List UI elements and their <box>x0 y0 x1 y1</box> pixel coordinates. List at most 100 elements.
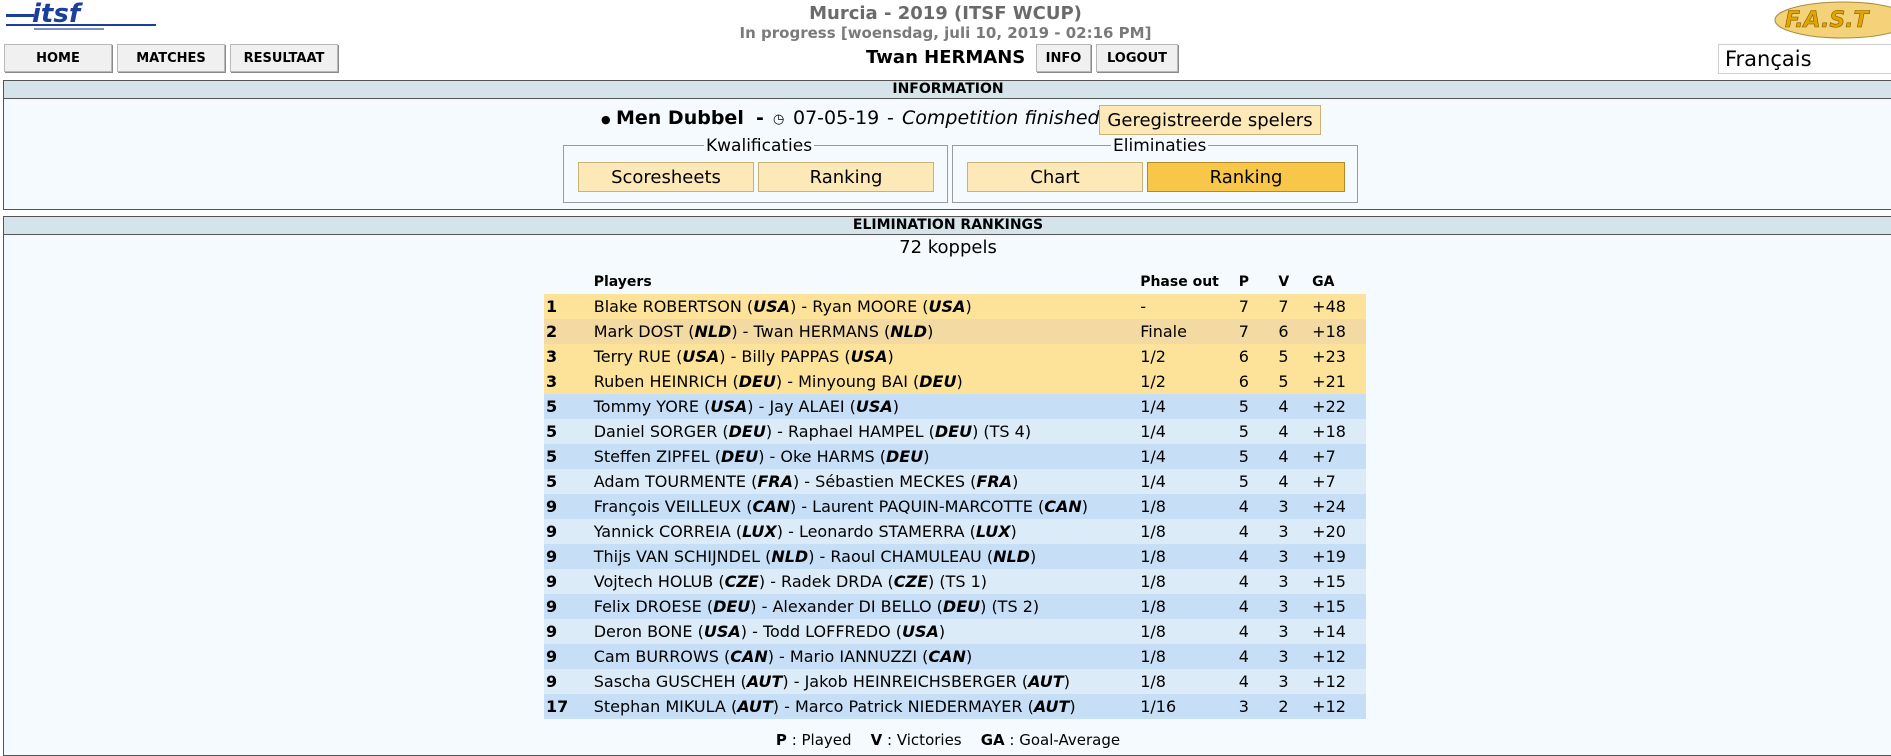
goal-average: +21 <box>1312 372 1346 391</box>
elimination-ranking-button[interactable]: Ranking <box>1147 162 1345 192</box>
played-count: 5 <box>1238 397 1249 416</box>
team-players: Sascha GUSCHEH (AUT) - Jakob HEINREICHSB… <box>593 672 1070 691</box>
phase-out: 1/8 <box>1140 497 1166 516</box>
victories-count: 3 <box>1278 572 1289 591</box>
player-2-name: Minyoung BAI <box>798 372 908 391</box>
victories-count: 6 <box>1278 322 1289 341</box>
table-row: 17 Stephan MIKULA (AUT) - Marco Patrick N… <box>544 694 1366 719</box>
goal-average: +15 <box>1312 572 1346 591</box>
rank-position: 5 <box>546 397 558 416</box>
team-players: François VEILLEUX (CAN) - Laurent PAQUIN… <box>593 497 1088 516</box>
player-1-name: Ruben HEINRICH <box>593 372 728 391</box>
phase-out: 1/8 <box>1140 647 1166 666</box>
elimination-rankings-title: ELIMINATION RANKINGS <box>4 217 1891 235</box>
player-2-name: Marco Patrick NIEDERMAYER <box>794 697 1023 716</box>
phase-out: 1/8 <box>1140 522 1166 541</box>
victories-count: 3 <box>1278 622 1289 641</box>
fast-logo: F.A.S.T <box>1774 1 1891 39</box>
matches-button[interactable]: MATCHES <box>117 44 225 72</box>
victories-count: 3 <box>1278 597 1289 616</box>
elimination-chart-button[interactable]: Chart <box>967 162 1143 192</box>
team-players: Yannick CORREIA (LUX) - Leonardo STAMERR… <box>593 522 1017 541</box>
player-2-name: Billy PAPPAS <box>741 347 840 366</box>
logout-button[interactable]: LOGOUT <box>1096 44 1178 72</box>
rank-position: 9 <box>546 597 558 616</box>
player-2-country: DEU <box>942 597 981 616</box>
table-legend: P : Played V : Victories GA : Goal-Avera… <box>4 731 1891 749</box>
language-select[interactable]: Français <box>1718 44 1891 74</box>
rank-position: 9 <box>546 647 558 666</box>
table-row: 9 Deron BONE (USA) - Todd LOFFREDO (USA) 1… <box>544 619 1366 644</box>
table-row: 9 François VEILLEUX (CAN) - Laurent PAQUI… <box>544 494 1366 519</box>
team-players: Steffen ZIPFEL (DEU) - Oke HARMS (DEU) <box>593 447 930 466</box>
player-1-country: NLD <box>771 547 809 566</box>
legend-ga-label: : Goal-Average <box>1009 731 1121 749</box>
rank-position: 5 <box>546 447 558 466</box>
goal-average: +22 <box>1312 397 1346 416</box>
clock-icon: ◷ <box>773 112 785 127</box>
player-1-country: FRA <box>757 472 793 491</box>
phase-out: 1/8 <box>1140 597 1166 616</box>
phase-out: - <box>1140 297 1146 316</box>
player-2-name: Jay ALAEI <box>769 397 845 416</box>
player-1-country: AUT <box>737 697 773 716</box>
rank-position: 9 <box>546 547 558 566</box>
phase-header: Phase out <box>1140 273 1219 290</box>
player-1-country: DEU <box>713 597 751 616</box>
results-button[interactable]: RESULTAAT <box>230 44 338 72</box>
player-1-country: USA <box>703 622 741 641</box>
player-1-country: DEU <box>738 372 776 391</box>
goal-average: +7 <box>1312 472 1336 491</box>
table-row: 5 Daniel SORGER (DEU) - Raphael HAMPEL (D… <box>544 419 1366 444</box>
victories-count: 7 <box>1278 297 1289 316</box>
player-2-country: NLD <box>993 547 1030 566</box>
goal-average: +19 <box>1312 547 1346 566</box>
team-seed: (TS 4) <box>983 422 1032 441</box>
victories-count: 3 <box>1278 547 1289 566</box>
table-row: 1 Blake ROBERTSON (USA) - Ryan MOORE (USA… <box>544 294 1366 319</box>
event-status: Competition finished <box>902 107 1100 129</box>
player-1-country: USA <box>682 347 720 366</box>
qualification-ranking-button[interactable]: Ranking <box>758 162 934 192</box>
registered-players-button[interactable]: Geregistreerde spelers <box>1099 105 1321 135</box>
table-row: 9 Cam BURROWS (CAN) - Mario IANNUZZI (CAN… <box>544 644 1366 669</box>
table-row: 3 Ruben HEINRICH (DEU) - Minyoung BAI (DE… <box>544 369 1366 394</box>
player-2-country: DEU <box>885 447 924 466</box>
victories-count: 4 <box>1278 422 1289 441</box>
player-1-name: Yannick CORREIA <box>593 522 731 541</box>
goal-average: +23 <box>1312 347 1346 366</box>
team-players: Thijs VAN SCHIJNDEL (NLD) - Raoul CHAMUL… <box>593 547 1037 566</box>
home-button[interactable]: HOME <box>4 44 112 72</box>
player-2-name: Mario IANNUZZI <box>789 647 918 666</box>
player-2-name: Jakob HEINREICHSBERGER <box>804 672 1017 691</box>
phase-out: 1/4 <box>1140 447 1166 466</box>
player-1-country: USA <box>753 297 791 316</box>
team-players: Deron BONE (USA) - Todd LOFFREDO (USA) <box>593 622 946 641</box>
goal-average: +12 <box>1312 672 1346 691</box>
information-panel: INFORMATION ● Men Dubbel - ◷ 07-05-19 - … <box>3 80 1891 210</box>
player-1-name: Thijs VAN SCHIJNDEL <box>593 547 760 566</box>
played-count: 4 <box>1238 597 1249 616</box>
team-players: Cam BURROWS (CAN) - Mario IANNUZZI (CAN) <box>593 647 973 666</box>
svg-text:F.A.S.T: F.A.S.T <box>1785 8 1871 33</box>
player-2-name: Raoul CHAMULEAU <box>830 547 982 566</box>
player-2-country: CZE <box>893 572 928 591</box>
goal-average: +7 <box>1312 447 1336 466</box>
phase-out: 1/8 <box>1140 672 1166 691</box>
rank-position: 1 <box>546 297 558 316</box>
victories-count: 3 <box>1278 497 1289 516</box>
team-players: Daniel SORGER (DEU) - Raphael HAMPEL (DE… <box>593 422 1032 441</box>
player-2-name: Twan HERMANS <box>753 322 879 341</box>
goal-average: +15 <box>1312 597 1346 616</box>
qualification-scoresheets-button[interactable]: Scoresheets <box>578 162 754 192</box>
player-2-country: USA <box>928 297 966 316</box>
team-players: Felix DROESE (DEU) - Alexander DI BELLO … <box>593 597 1040 616</box>
rank-position: 5 <box>546 472 558 491</box>
player-2-name: Alexander DI BELLO <box>772 597 932 616</box>
played-header: P <box>1238 273 1249 290</box>
phase-out: 1/8 <box>1140 572 1166 591</box>
victories-count: 5 <box>1278 372 1289 391</box>
rank-position: 3 <box>546 372 558 391</box>
team-players: Mark DOST (NLD) - Twan HERMANS (NLD) <box>593 322 934 341</box>
info-button[interactable]: INFO <box>1036 44 1091 72</box>
